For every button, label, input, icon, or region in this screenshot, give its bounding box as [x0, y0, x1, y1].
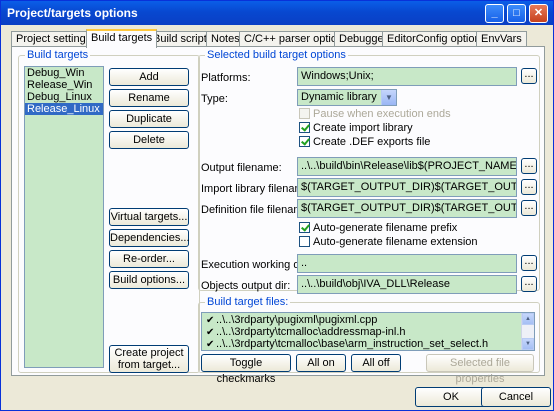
auto-ext-label: Auto-generate filename extension	[313, 236, 478, 248]
execution-dir-browse-button[interactable]: ...	[521, 255, 537, 271]
auto-prefix-checkbox[interactable]: Auto-generate filename prefix	[299, 222, 457, 234]
output-filename-label: Output filename:	[201, 162, 282, 174]
checkbox-box[interactable]	[299, 108, 310, 119]
add-button[interactable]: Add	[109, 68, 189, 86]
build-target-files-label: Build target files:	[205, 296, 291, 308]
checkbox-box[interactable]	[299, 122, 310, 133]
file-path: ..\..\3rdparty\tcmalloc\base\arm_instruc…	[216, 338, 489, 350]
execution-dir-label: Execution working dir:	[201, 259, 309, 271]
list-item[interactable]: Release_Win	[25, 79, 103, 91]
build-target-files-list[interactable]: ✔ ..\..\3rdparty\pugixml\pugixml.cpp ✔ ..\…	[201, 312, 535, 351]
auto-extension-checkbox[interactable]: Auto-generate filename extension	[299, 236, 478, 248]
definition-file-label: Definition file filename:	[201, 204, 312, 216]
list-item[interactable]: Debug_Linux	[25, 91, 103, 103]
import-library-browse-button[interactable]: ...	[521, 179, 537, 195]
list-item[interactable]: Release_Linux	[25, 103, 103, 115]
build-targets-group: Build targets Debug_Win Release_Win Debu…	[18, 49, 200, 373]
build-options-button[interactable]: Build options...	[109, 271, 189, 289]
scroll-up-arrow-icon[interactable]: ▲	[522, 313, 534, 325]
create-def-label: Create .DEF exports file	[313, 136, 431, 148]
list-item[interactable]: Debug_Win	[25, 67, 103, 79]
check-icon[interactable]: ✔	[206, 339, 216, 350]
definition-file-browse-button[interactable]: ...	[521, 200, 537, 216]
scroll-down-arrow-icon[interactable]: ▼	[522, 338, 534, 350]
maximize-button[interactable]: □	[507, 4, 526, 23]
pause-label: Pause when execution ends	[313, 108, 451, 120]
window-title: Project/targets options	[7, 6, 138, 20]
platforms-label: Platforms:	[201, 72, 251, 84]
all-off-button[interactable]: All off	[351, 354, 401, 372]
output-filename-field[interactable]: ..\..\build\bin\Release\lib$(PROJECT_NAM…	[297, 157, 517, 176]
virtual-targets-button[interactable]: Virtual targets...	[109, 208, 189, 226]
selected-target-options-label: Selected build target options	[205, 49, 348, 61]
platforms-field[interactable]: Windows;Unix;	[297, 67, 517, 86]
build-targets-group-label: Build targets	[25, 49, 91, 61]
checkbox-box[interactable]	[299, 222, 310, 233]
type-label: Type:	[201, 93, 228, 105]
import-library-field[interactable]: $(TARGET_OUTPUT_DIR)$(TARGET_OUTPUT_BAS	[297, 178, 517, 197]
pause-when-execution-ends-checkbox[interactable]: Pause when execution ends	[299, 108, 451, 120]
create-def-exports-checkbox[interactable]: Create .DEF exports file	[299, 136, 430, 148]
create-import-label: Create import library	[313, 122, 413, 134]
checkbox-box[interactable]	[299, 136, 310, 147]
output-filename-browse-button[interactable]: ...	[521, 158, 537, 174]
tab-build-targets[interactable]: Build targets	[86, 29, 158, 48]
list-item[interactable]: ✔ ..\..\3rdparty\pugixml\pugixml.cpp	[202, 314, 534, 326]
objects-output-field[interactable]: ..\..\build\obj\IVA_DLL\Release	[297, 275, 517, 294]
tab-editorconfig-options[interactable]: EditorConfig options	[382, 31, 492, 47]
files-scrollbar[interactable]: ▲ ▼	[521, 313, 534, 350]
execution-dir-field[interactable]: ..	[297, 254, 517, 273]
file-path: ..\..\3rdparty\pugixml\pugixml.cpp	[216, 314, 378, 326]
platforms-browse-button[interactable]: ...	[521, 68, 537, 84]
file-path: ..\..\3rdparty\tcmalloc\addressmap-inl.h	[216, 326, 406, 338]
selected-file-properties-button[interactable]: Selected file properties	[426, 354, 534, 385]
chevron-down-icon[interactable]: ▼	[381, 90, 396, 105]
definition-file-field[interactable]: $(TARGET_OUTPUT_DIR)$(TARGET_OUTPUT_BAS	[297, 199, 517, 218]
project-targets-options-dialog: Project/targets options _ □ ✕ Project se…	[0, 0, 554, 411]
toggle-checkmarks-button[interactable]: Toggle checkmarks	[201, 354, 291, 385]
build-targets-list[interactable]: Debug_Win Release_Win Debug_Linux Releas…	[24, 66, 104, 368]
selected-target-options-group: Selected build target options Platforms:…	[198, 49, 540, 294]
checkbox-box[interactable]	[299, 236, 310, 247]
type-select[interactable]: Dynamic library ▼	[297, 89, 397, 106]
dependencies-button[interactable]: Dependencies...	[109, 229, 190, 247]
objects-output-browse-button[interactable]: ...	[521, 276, 537, 292]
build-targets-panel: Build targets Debug_Win Release_Win Debu…	[11, 46, 545, 385]
title-bar[interactable]: Project/targets options _ □ ✕	[1, 1, 553, 25]
tab-project-settings[interactable]: Project settings	[11, 31, 97, 47]
delete-button[interactable]: Delete	[109, 131, 189, 149]
type-select-value: Dynamic library	[301, 91, 377, 103]
ok-button[interactable]: OK	[415, 387, 487, 407]
reorder-button[interactable]: Re-order...	[109, 250, 189, 268]
create-project-from-target-button[interactable]: Create project from target...	[109, 345, 189, 373]
list-item[interactable]: ✔ ..\..\3rdparty\tcmalloc\base\arm_instru…	[202, 338, 534, 350]
list-item[interactable]: ✔ ..\..\3rdparty\tcmalloc\addressmap-inl.…	[202, 326, 534, 338]
auto-prefix-label: Auto-generate filename prefix	[313, 222, 458, 234]
tab-envvars[interactable]: EnvVars	[476, 31, 527, 47]
rename-button[interactable]: Rename	[109, 89, 189, 107]
duplicate-button[interactable]: Duplicate	[109, 110, 189, 128]
cancel-button[interactable]: Cancel	[481, 387, 551, 407]
objects-output-label: Objects output dir:	[201, 280, 291, 292]
close-button[interactable]: ✕	[529, 4, 548, 23]
build-target-files-group: Build target files: ✔ ..\..\3rdparty\pugi…	[198, 296, 540, 385]
minimize-button[interactable]: _	[485, 4, 504, 23]
create-import-library-checkbox[interactable]: Create import library	[299, 122, 413, 134]
all-on-button[interactable]: All on	[296, 354, 346, 372]
